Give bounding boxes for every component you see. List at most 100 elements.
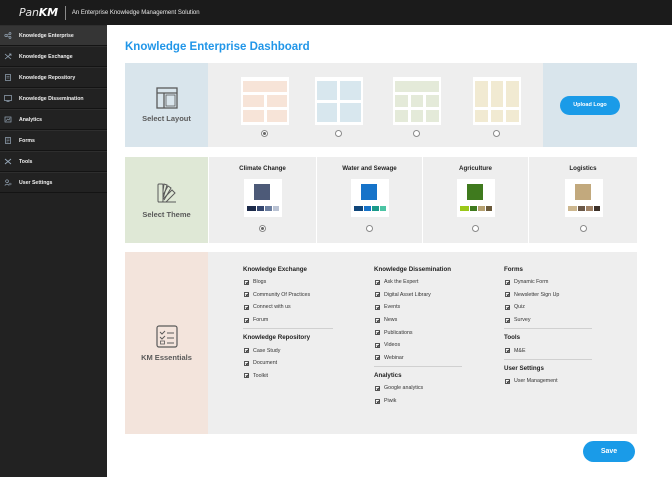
essentials-checkbox-item[interactable]: Quiz: [504, 301, 592, 314]
checkbox-checked-icon[interactable]: [505, 292, 510, 298]
checkbox-checked-icon[interactable]: [375, 292, 380, 298]
essentials-item-label: Ask the Expert: [384, 279, 419, 286]
page-title: Knowledge Enterprise Dashboard: [125, 41, 310, 53]
theme-secondary-color: [486, 206, 492, 211]
checkbox-checked-icon[interactable]: [375, 355, 380, 361]
checkbox-checked-icon[interactable]: [375, 279, 380, 285]
essentials-checkbox-item[interactable]: Videos: [374, 339, 462, 352]
km-essentials-panel: KM Essentials Knowledge Exchange Blogs Com…: [125, 252, 637, 434]
sidebar-item-tools[interactable]: Tools: [0, 151, 107, 172]
save-button[interactable]: Save: [583, 441, 635, 462]
sidebar-item-analytics[interactable]: Analytics: [0, 109, 107, 130]
checkbox-checked-icon[interactable]: [375, 330, 380, 336]
sidebar-item-label: Knowledge Dissemination: [19, 95, 84, 102]
theme-swatch[interactable]: [457, 179, 495, 217]
checkbox-checked-icon[interactable]: [375, 398, 380, 404]
checkbox-checked-icon[interactable]: [244, 348, 249, 354]
layout-option-4[interactable]: [473, 77, 521, 125]
theme-primary-color: [254, 184, 270, 200]
checkbox-checked-icon[interactable]: [244, 292, 249, 298]
sidebar-item-knowledge-exchange[interactable]: Knowledge Exchange: [0, 46, 107, 67]
theme-option-3[interactable]: Agriculture: [422, 157, 528, 243]
layout-option-3[interactable]: [393, 77, 441, 125]
checkbox-checked-icon[interactable]: [505, 279, 510, 285]
theme-option-1[interactable]: Climate Change: [208, 157, 316, 243]
network-icon: [4, 32, 12, 39]
sidebar-item-knowledge-dissemination[interactable]: Knowledge Dissemination: [0, 88, 107, 109]
checkbox-checked-icon[interactable]: [505, 304, 510, 310]
theme-secondary-color: [372, 206, 379, 211]
theme-swatch[interactable]: [244, 179, 282, 217]
essentials-checkbox-item[interactable]: Toolkit: [243, 370, 333, 383]
theme-swatch[interactable]: [564, 179, 603, 217]
checkbox-checked-icon[interactable]: [375, 304, 380, 310]
theme-radio[interactable]: [366, 225, 373, 232]
theme-secondary-color: [265, 206, 272, 211]
layout-option-1[interactable]: [241, 77, 289, 125]
theme-radio[interactable]: [259, 225, 266, 232]
app-logo[interactable]: PanKM: [19, 6, 58, 19]
theme-primary-color: [467, 184, 483, 200]
app-tagline: An Enterprise Knowledge Management Solut…: [71, 9, 200, 16]
sidebar-item-forms[interactable]: Forms: [0, 130, 107, 151]
checkbox-checked-icon[interactable]: [244, 304, 249, 310]
essentials-checkbox-item[interactable]: News: [374, 314, 462, 327]
theme-secondary-color: [257, 206, 264, 211]
checkbox-checked-icon[interactable]: [375, 342, 380, 348]
checklist-icon: [155, 325, 178, 348]
essentials-checkbox-item[interactable]: Newsletter Sign Up: [504, 289, 592, 302]
essentials-group-heading: Forms: [504, 266, 523, 273]
checkbox-checked-icon[interactable]: [375, 385, 380, 391]
checkbox-checked-icon[interactable]: [244, 360, 249, 366]
layout-radio-2[interactable]: [335, 130, 342, 137]
theme-radio[interactable]: [472, 225, 479, 232]
theme-radio[interactable]: [579, 225, 587, 232]
upload-zone: Upload Logo: [543, 63, 637, 147]
essentials-checkbox-item[interactable]: Document: [243, 357, 333, 370]
essentials-checkbox-item[interactable]: Forum: [243, 314, 333, 327]
checkbox-checked-icon[interactable]: [505, 348, 510, 354]
essentials-checkbox-item[interactable]: Webinar: [374, 352, 462, 365]
essentials-checkbox-item[interactable]: Events: [374, 301, 462, 314]
checkbox-checked-icon[interactable]: [505, 317, 510, 323]
essentials-checkbox-item[interactable]: Case Study: [243, 344, 333, 357]
essentials-item-label: Blogs: [253, 279, 267, 286]
upload-logo-button[interactable]: Upload Logo: [560, 95, 620, 115]
essentials-checkbox-item[interactable]: Blogs: [243, 276, 333, 289]
essentials-checkbox-item[interactable]: M&E: [504, 344, 592, 357]
essentials-column-2: Knowledge Dissemination Ask the Expert Dig…: [374, 266, 462, 407]
theme-name: Agriculture: [458, 165, 492, 172]
checkbox-checked-icon[interactable]: [244, 279, 249, 285]
layout-option-2[interactable]: [315, 77, 363, 125]
layout-radio-4[interactable]: [493, 130, 500, 137]
sidebar-item-knowledge-repository[interactable]: Knowledge Repository: [0, 67, 107, 88]
essentials-checkbox-item[interactable]: Piwik: [374, 395, 462, 408]
essentials-checkbox-item[interactable]: Dynamic Form: [504, 276, 592, 289]
checkbox-checked-icon[interactable]: [244, 373, 249, 379]
checkbox-checked-icon[interactable]: [244, 317, 249, 323]
essentials-checkbox-item[interactable]: Google analytics: [374, 382, 462, 395]
essentials-checkbox-item[interactable]: User Management: [504, 375, 592, 388]
essentials-group-heading: Analytics: [374, 372, 402, 380]
theme-option-2[interactable]: Water and Sewage: [316, 157, 422, 243]
essentials-item-label: M&E: [514, 347, 526, 354]
layout-radio-3[interactable]: [413, 130, 420, 137]
essentials-item-label: User Management: [514, 378, 558, 385]
essentials-checkbox-item[interactable]: Digital Asset Library: [374, 289, 462, 302]
checkbox-checked-icon[interactable]: [375, 317, 380, 323]
sidebar-item-user-settings[interactable]: User Settings: [0, 172, 107, 193]
essentials-label-block: KM Essentials: [125, 252, 208, 434]
essentials-checkbox-item[interactable]: Ask the Expert: [374, 276, 462, 289]
essentials-checkbox-item[interactable]: Publications: [374, 326, 462, 339]
essentials-checkbox-item[interactable]: Survey: [504, 314, 592, 327]
form-icon: [4, 137, 12, 144]
theme-swatch[interactable]: [351, 179, 389, 217]
layout-radio-1[interactable]: [261, 130, 268, 137]
essentials-checkbox-item[interactable]: Community Of Practices: [243, 289, 333, 302]
theme-secondary-color: [585, 206, 593, 211]
checkbox-checked-icon[interactable]: [505, 378, 510, 384]
sidebar-item-knowledge-enterprise[interactable]: Knowledge Enterprise: [0, 25, 107, 46]
essentials-item-label: Events: [384, 304, 401, 311]
essentials-checkbox-item[interactable]: Connect with us: [243, 301, 333, 314]
theme-option-4[interactable]: Logistics: [528, 157, 637, 243]
